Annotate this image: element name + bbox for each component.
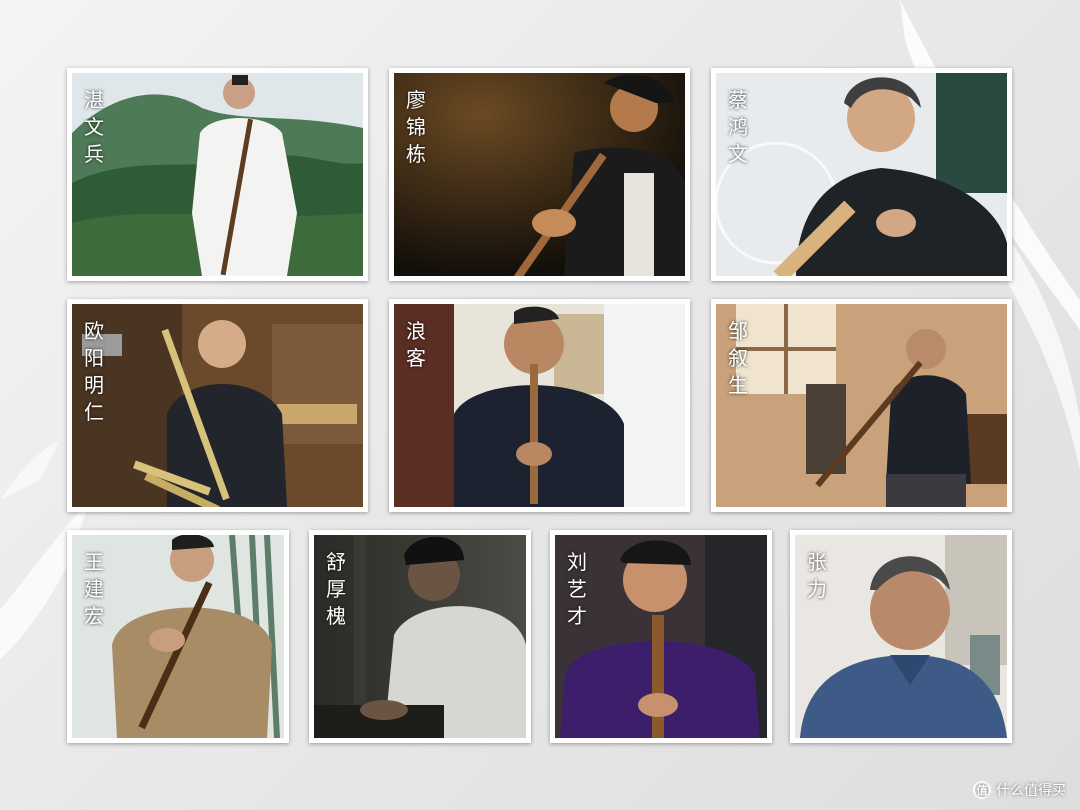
performer-card-2: 廖锦栋 [389,68,690,281]
flute-player-photo [72,304,363,507]
performer-card-3: 蔡鸿文 [711,68,1012,281]
flute-player-photo [394,73,685,276]
performer-photo-4: 欧阳明仁 [72,304,363,507]
performer-photo-6: 邹叙生 [716,304,1007,507]
performer-name: 舒厚槐 [326,550,346,628]
performer-card-4: 欧阳明仁 [67,299,368,512]
performer-photo-1: 湛文兵 [72,73,363,276]
watermark: 值 什么值得买 [973,780,1066,800]
smzdm-logo-icon: 值 [973,781,991,799]
performer-card-8: 舒厚槐 [309,530,531,743]
performer-name: 湛文兵 [84,88,104,166]
flute-player-photo [72,73,363,276]
performer-card-1: 湛文兵 [67,68,368,281]
performer-card-5: 浪客 [389,299,690,512]
performer-name: 刘艺才 [567,550,587,628]
flute-player-photo [716,304,1007,507]
performer-name: 王建宏 [84,550,104,628]
performer-card-9: 刘艺才 [550,530,772,743]
portrait-photo [716,73,1007,276]
performer-photo-3: 蔡鸿文 [716,73,1007,276]
performer-card-7: 王建宏 [67,530,289,743]
performer-name: 浪客 [406,319,426,370]
performer-name: 蔡鸿文 [728,88,748,166]
watermark-text: 什么值得买 [996,783,1066,799]
performer-name: 邹叙生 [728,319,748,397]
performer-photo-10: 张力 [795,535,1007,738]
performer-name: 欧阳明仁 [84,319,104,424]
performer-photo-2: 廖锦栋 [394,73,685,276]
flute-player-photo [394,304,685,507]
performer-name: 张力 [807,550,827,601]
performer-photo-5: 浪客 [394,304,685,507]
performer-name: 廖锦栋 [406,88,426,166]
performer-photo-7: 王建宏 [72,535,284,738]
performer-photo-9: 刘艺才 [555,535,767,738]
performer-card-10: 张力 [790,530,1012,743]
performer-photo-8: 舒厚槐 [314,535,526,738]
performer-card-6: 邹叙生 [711,299,1012,512]
